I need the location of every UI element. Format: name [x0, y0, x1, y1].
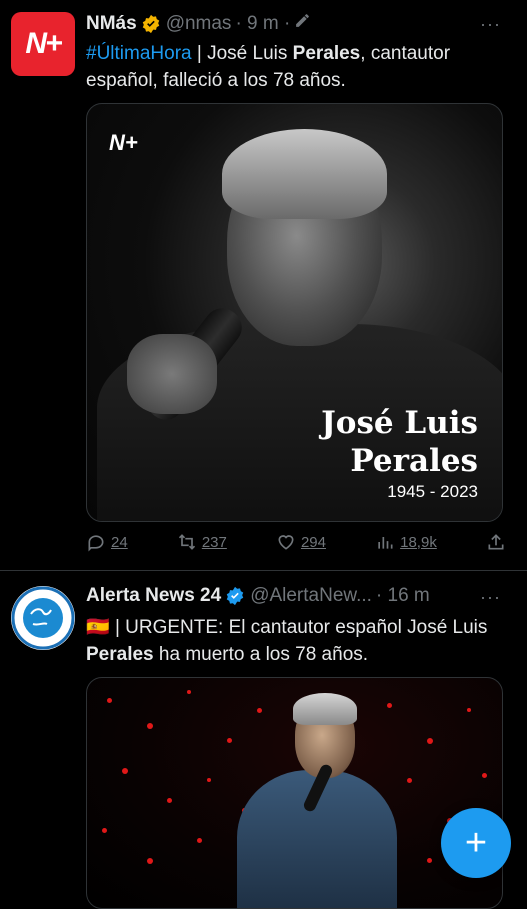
more-options-button[interactable]: ··· — [480, 14, 501, 35]
tweet-divider — [0, 570, 527, 571]
author-handle[interactable]: @nmas — [166, 13, 232, 35]
overlay-name: José Luis Perales — [321, 404, 478, 480]
tweet2-text-part2: ha muerto a los 78 años. — [153, 644, 369, 665]
hashtag-link[interactable]: #ÚltimaHora — [86, 43, 192, 64]
views-chart-icon — [378, 537, 393, 549]
plus-icon: + — [464, 822, 488, 864]
avatar-logo-text: N+ — [25, 27, 62, 60]
like-count: 294 — [300, 533, 326, 551]
globe-logo-icon — [11, 586, 75, 650]
reply-button[interactable]: 24 — [86, 532, 128, 552]
photo2-singer-hair — [293, 693, 357, 725]
edited-pencil-icon — [294, 12, 311, 35]
verified-blue-badge-icon — [225, 586, 245, 606]
tweet2-text-bold: Perales — [86, 644, 154, 665]
tweet-time[interactable]: · 9 m · — [235, 13, 290, 35]
reply-icon — [88, 535, 104, 552]
compose-fab-button[interactable]: + — [441, 808, 511, 878]
share-icon — [488, 534, 504, 550]
tweet2-time[interactable]: · 16 m — [376, 585, 430, 607]
heart-icon — [278, 535, 294, 550]
verified-badge-icon — [141, 14, 161, 34]
views-button[interactable]: 18,9k — [375, 532, 437, 552]
overlay-name-line1: José Luis — [321, 405, 478, 441]
spain-flag: 🇪🇸 — [86, 617, 110, 638]
retweet-icon — [178, 534, 195, 550]
tweet2-text-part1: | URGENTE: El cantautor español José Lui… — [109, 617, 488, 638]
photo-singer-hair — [222, 129, 387, 219]
tweet-nmas[interactable]: N+ NMás @nmas · 9 m · ··· #ÚltimaHora | … — [0, 0, 527, 570]
author2-handle[interactable]: @AlertaNew... — [250, 585, 372, 607]
reply-count: 24 — [111, 533, 128, 551]
like-button[interactable]: 294 — [276, 532, 326, 552]
avatar-alerta[interactable] — [11, 586, 75, 650]
tweet2-image[interactable] — [86, 677, 503, 909]
author-name[interactable]: NMás — [86, 13, 137, 35]
tweet-text: #ÚltimaHora | José Luis Perales, cantaut… — [86, 40, 496, 94]
share-button[interactable] — [486, 532, 506, 552]
tweet2-header: Alerta News 24 @AlertaNew... · 16 m — [86, 585, 430, 607]
tweet-image[interactable]: N+ José Luis Perales 1945 - 2023 — [86, 103, 503, 522]
tweet2-text: 🇪🇸 | URGENTE: El cantautor español José … — [86, 614, 496, 668]
retweet-button[interactable]: 237 — [177, 532, 227, 552]
tweet-text-part1: | José Luis — [191, 43, 293, 64]
view-count: 18,9k — [400, 533, 437, 551]
overlay-years: 1945 - 2023 — [387, 482, 478, 501]
tweet-header: NMás @nmas · 9 m · — [86, 12, 311, 35]
tweet-actions: 24 237 294 18,9k — [86, 532, 506, 552]
tweet-text-bold: Perales — [292, 43, 361, 64]
more-options-button-2[interactable]: ··· — [480, 587, 501, 608]
avatar[interactable]: N+ — [11, 12, 75, 76]
overlay-name-line2: Perales — [350, 443, 478, 479]
author2-name[interactable]: Alerta News 24 — [86, 585, 221, 607]
media-logo: N+ — [109, 130, 138, 155]
photo-hand — [127, 334, 217, 414]
retweet-count: 237 — [201, 533, 227, 551]
